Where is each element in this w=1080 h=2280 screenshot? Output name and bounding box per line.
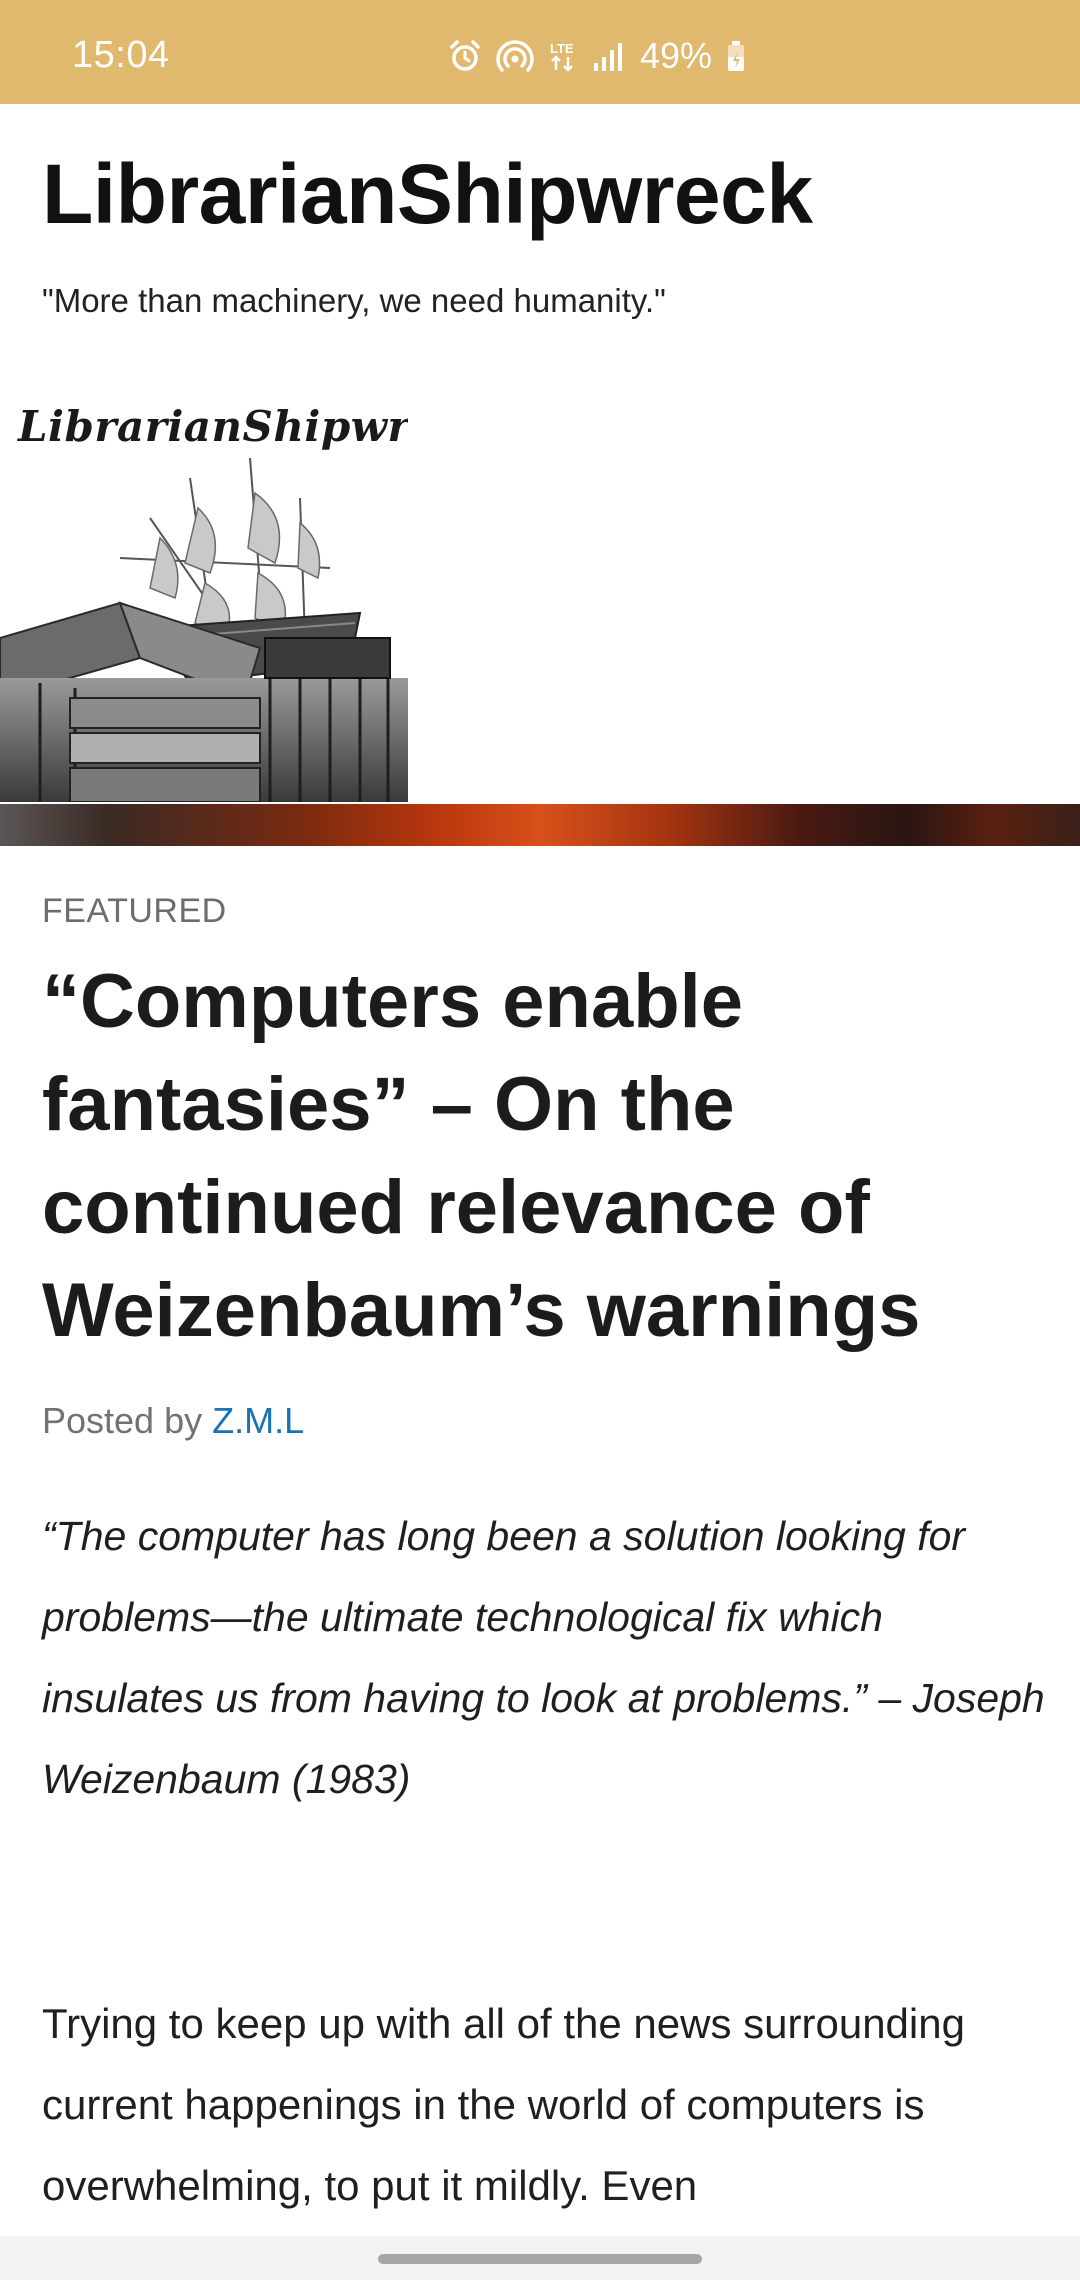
home-indicator[interactable] bbox=[378, 2254, 702, 2264]
alarm-icon bbox=[448, 39, 482, 73]
ship-on-books-illustration bbox=[0, 457, 408, 802]
author-link[interactable]: Z.M.L bbox=[212, 1400, 304, 1441]
battery-icon bbox=[726, 39, 746, 73]
post-byline: Posted by Z.M.L bbox=[42, 1400, 304, 1442]
hotspot-icon bbox=[496, 39, 534, 73]
category-label[interactable]: FEATURED bbox=[42, 892, 227, 931]
byline-prefix: Posted by bbox=[42, 1400, 203, 1441]
post-title[interactable]: “Computers enable fantasies” – On the co… bbox=[42, 950, 1042, 1362]
header-image[interactable]: LibrarianShipwreck bbox=[0, 398, 408, 802]
status-time: 15:04 bbox=[72, 34, 170, 76]
site-tagline: "More than machinery, we need humanity." bbox=[42, 282, 666, 319]
svg-text:LTE: LTE bbox=[550, 41, 574, 56]
battery-percentage: 49% bbox=[640, 35, 713, 76]
post-epigraph-quote: “The computer has long been a solution l… bbox=[42, 1513, 1045, 1802]
status-icons: LTE 49% bbox=[448, 35, 746, 76]
signal-icon bbox=[592, 39, 624, 73]
header-banner-strip bbox=[0, 804, 1080, 846]
post-body-paragraph: Trying to keep up with all of the news s… bbox=[42, 2000, 965, 2209]
lte-icon: LTE bbox=[548, 39, 578, 73]
status-bar: 15:04 LTE 49% bbox=[0, 0, 1080, 104]
site-title[interactable]: LibrarianShipwreck bbox=[42, 146, 813, 243]
